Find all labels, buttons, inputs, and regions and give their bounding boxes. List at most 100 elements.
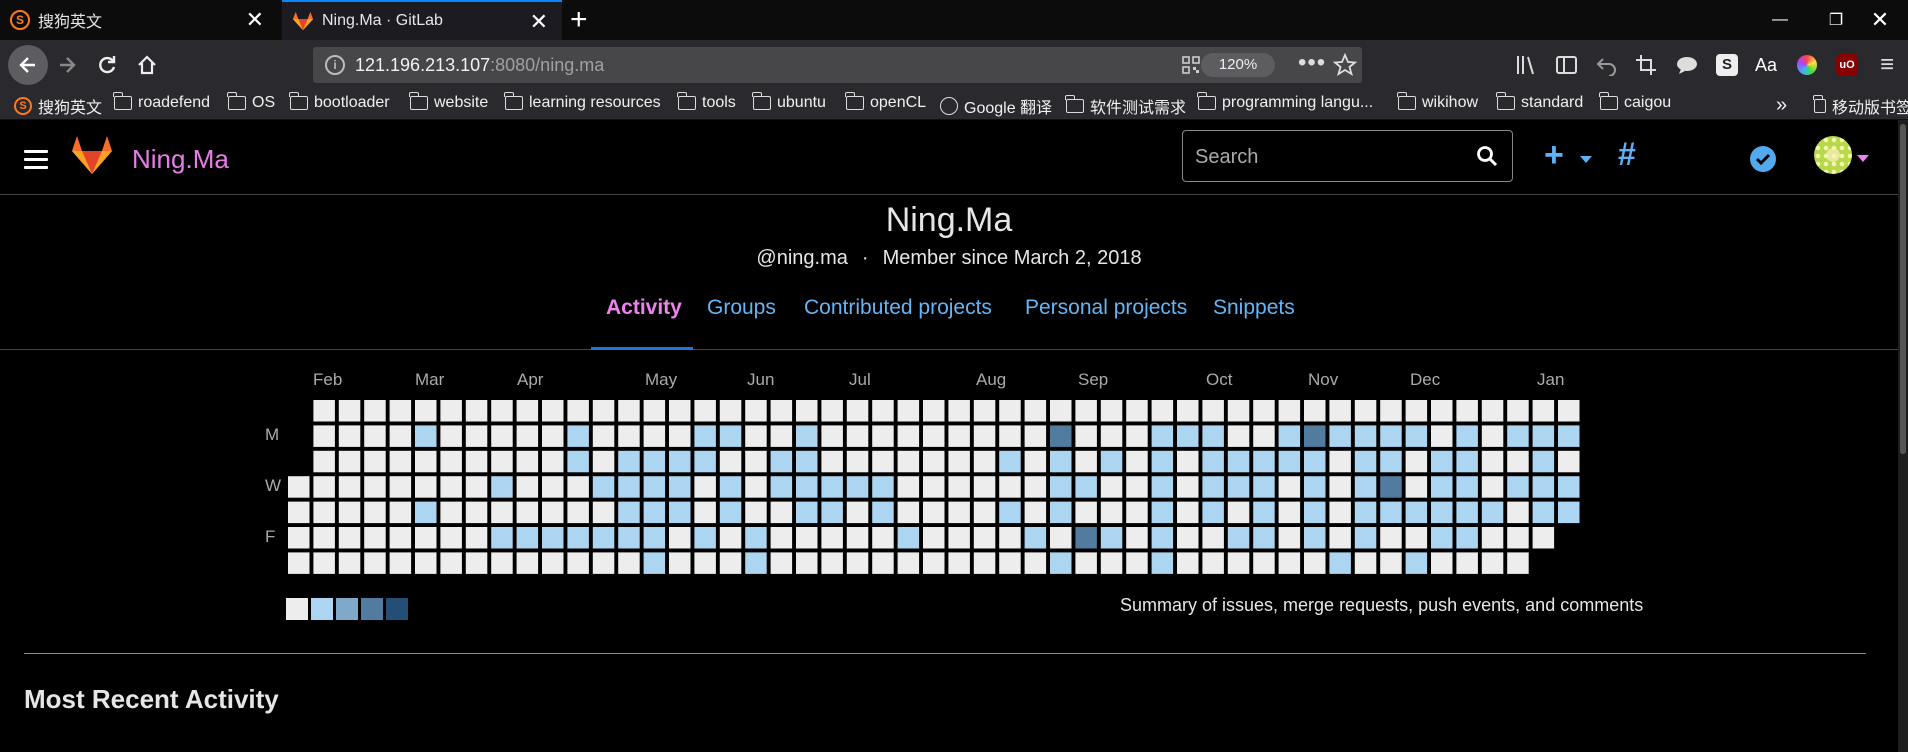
calendar-day-cell[interactable] [288, 527, 310, 549]
calendar-day-cell[interactable] [1278, 425, 1301, 447]
calendar-day-cell[interactable] [643, 476, 666, 498]
calendar-day-cell[interactable] [1431, 476, 1453, 498]
calendar-day-cell[interactable] [1329, 552, 1351, 574]
calendar-day-cell[interactable] [846, 552, 869, 574]
calendar-day-cell[interactable] [1100, 527, 1123, 549]
calendar-day-cell[interactable] [1227, 501, 1250, 524]
calendar-day-cell[interactable] [288, 476, 310, 498]
calendar-day-cell[interactable] [618, 400, 640, 422]
calendar-day-cell[interactable] [948, 501, 970, 524]
calendar-day-cell[interactable] [694, 425, 716, 447]
calendar-day-cell[interactable] [1380, 425, 1402, 447]
calendar-day-cell[interactable] [389, 450, 412, 473]
calendar-day-cell[interactable] [1278, 400, 1301, 422]
calendar-day-cell[interactable] [1354, 400, 1377, 422]
calendar-day-cell[interactable] [897, 425, 920, 447]
calendar-day-cell[interactable] [1507, 450, 1529, 473]
calendar-day-cell[interactable] [1532, 450, 1555, 473]
calendar-day-cell[interactable] [1456, 552, 1478, 574]
calendar-day-cell[interactable] [1329, 527, 1351, 549]
calendar-day-cell[interactable] [1558, 400, 1580, 422]
calendar-day-cell[interactable] [643, 400, 666, 422]
calendar-day-cell[interactable] [669, 552, 691, 574]
calendar-day-cell[interactable] [364, 400, 386, 422]
calendar-day-cell[interactable] [897, 450, 920, 473]
calendar-day-cell[interactable] [1202, 501, 1224, 524]
calendar-day-cell[interactable] [1227, 425, 1250, 447]
calendar-day-cell[interactable] [948, 527, 970, 549]
calendar-day-cell[interactable] [1380, 527, 1402, 549]
calendar-day-cell[interactable] [1354, 501, 1377, 524]
calendar-day-cell[interactable] [948, 476, 970, 498]
calendar-day-cell[interactable] [542, 425, 564, 447]
calendar-day-cell[interactable] [770, 400, 793, 422]
calendar-day-cell[interactable] [821, 450, 843, 473]
calendar-day-cell[interactable] [1075, 425, 1097, 447]
calendar-day-cell[interactable] [1507, 400, 1529, 422]
calendar-day-cell[interactable] [1304, 450, 1326, 473]
calendar-day-cell[interactable] [923, 501, 945, 524]
calendar-day-cell[interactable] [1126, 527, 1148, 549]
calendar-day-cell[interactable] [440, 450, 462, 473]
calendar-day-cell[interactable] [999, 450, 1021, 473]
calendar-day-cell[interactable] [618, 501, 640, 524]
calendar-day-cell[interactable] [1126, 400, 1148, 422]
calendar-day-cell[interactable] [592, 400, 615, 422]
calendar-day-cell[interactable] [338, 450, 361, 473]
calendar-day-cell[interactable] [1151, 527, 1174, 549]
calendar-day-cell[interactable] [415, 552, 437, 574]
calendar-day-cell[interactable] [1354, 450, 1377, 473]
calendar-day-cell[interactable] [1431, 501, 1453, 524]
calendar-day-cell[interactable] [796, 527, 818, 549]
calendar-day-cell[interactable] [313, 450, 335, 473]
calendar-day-cell[interactable] [1558, 425, 1580, 447]
calendar-day-cell[interactable] [465, 552, 488, 574]
calendar-day-cell[interactable] [567, 425, 589, 447]
calendar-day-cell[interactable] [770, 425, 793, 447]
calendar-day-cell[interactable] [389, 476, 412, 498]
calendar-day-cell[interactable] [542, 527, 564, 549]
calendar-day-cell[interactable] [694, 450, 716, 473]
calendar-day-cell[interactable] [796, 400, 818, 422]
calendar-day-cell[interactable] [719, 527, 742, 549]
calendar-day-cell[interactable] [1177, 476, 1199, 498]
calendar-day-cell[interactable] [1075, 400, 1097, 422]
calendar-day-cell[interactable] [1456, 476, 1478, 498]
calendar-day-cell[interactable] [440, 476, 462, 498]
calendar-day-cell[interactable] [1481, 450, 1504, 473]
calendar-day-cell[interactable] [719, 425, 742, 447]
calendar-day-cell[interactable] [1202, 552, 1224, 574]
calendar-day-cell[interactable] [364, 501, 386, 524]
calendar-day-cell[interactable] [923, 425, 945, 447]
calendar-day-cell[interactable] [1227, 552, 1250, 574]
calendar-day-cell[interactable] [1278, 450, 1301, 473]
calendar-day-cell[interactable] [1380, 552, 1402, 574]
calendar-day-cell[interactable] [465, 476, 488, 498]
calendar-day-cell[interactable] [796, 476, 818, 498]
calendar-day-cell[interactable] [923, 527, 945, 549]
calendar-day-cell[interactable] [1532, 501, 1555, 524]
calendar-day-cell[interactable] [1227, 476, 1250, 498]
calendar-day-cell[interactable] [389, 400, 412, 422]
calendar-day-cell[interactable] [618, 476, 640, 498]
calendar-day-cell[interactable] [1481, 425, 1504, 447]
calendar-day-cell[interactable] [1253, 476, 1275, 498]
calendar-day-cell[interactable] [1202, 425, 1224, 447]
calendar-day-cell[interactable] [694, 476, 716, 498]
calendar-day-cell[interactable] [1532, 476, 1555, 498]
calendar-day-cell[interactable] [821, 552, 843, 574]
calendar-day-cell[interactable] [872, 527, 894, 549]
calendar-day-cell[interactable] [338, 527, 361, 549]
calendar-day-cell[interactable] [1202, 450, 1224, 473]
calendar-day-cell[interactable] [999, 425, 1021, 447]
calendar-day-cell[interactable] [1151, 501, 1174, 524]
calendar-day-cell[interactable] [389, 527, 412, 549]
calendar-day-cell[interactable] [669, 400, 691, 422]
calendar-day-cell[interactable] [719, 476, 742, 498]
calendar-day-cell[interactable] [415, 400, 437, 422]
calendar-day-cell[interactable] [719, 552, 742, 574]
calendar-day-cell[interactable] [542, 450, 564, 473]
calendar-day-cell[interactable] [1151, 400, 1174, 422]
calendar-day-cell[interactable] [364, 527, 386, 549]
calendar-day-cell[interactable] [1024, 501, 1047, 524]
